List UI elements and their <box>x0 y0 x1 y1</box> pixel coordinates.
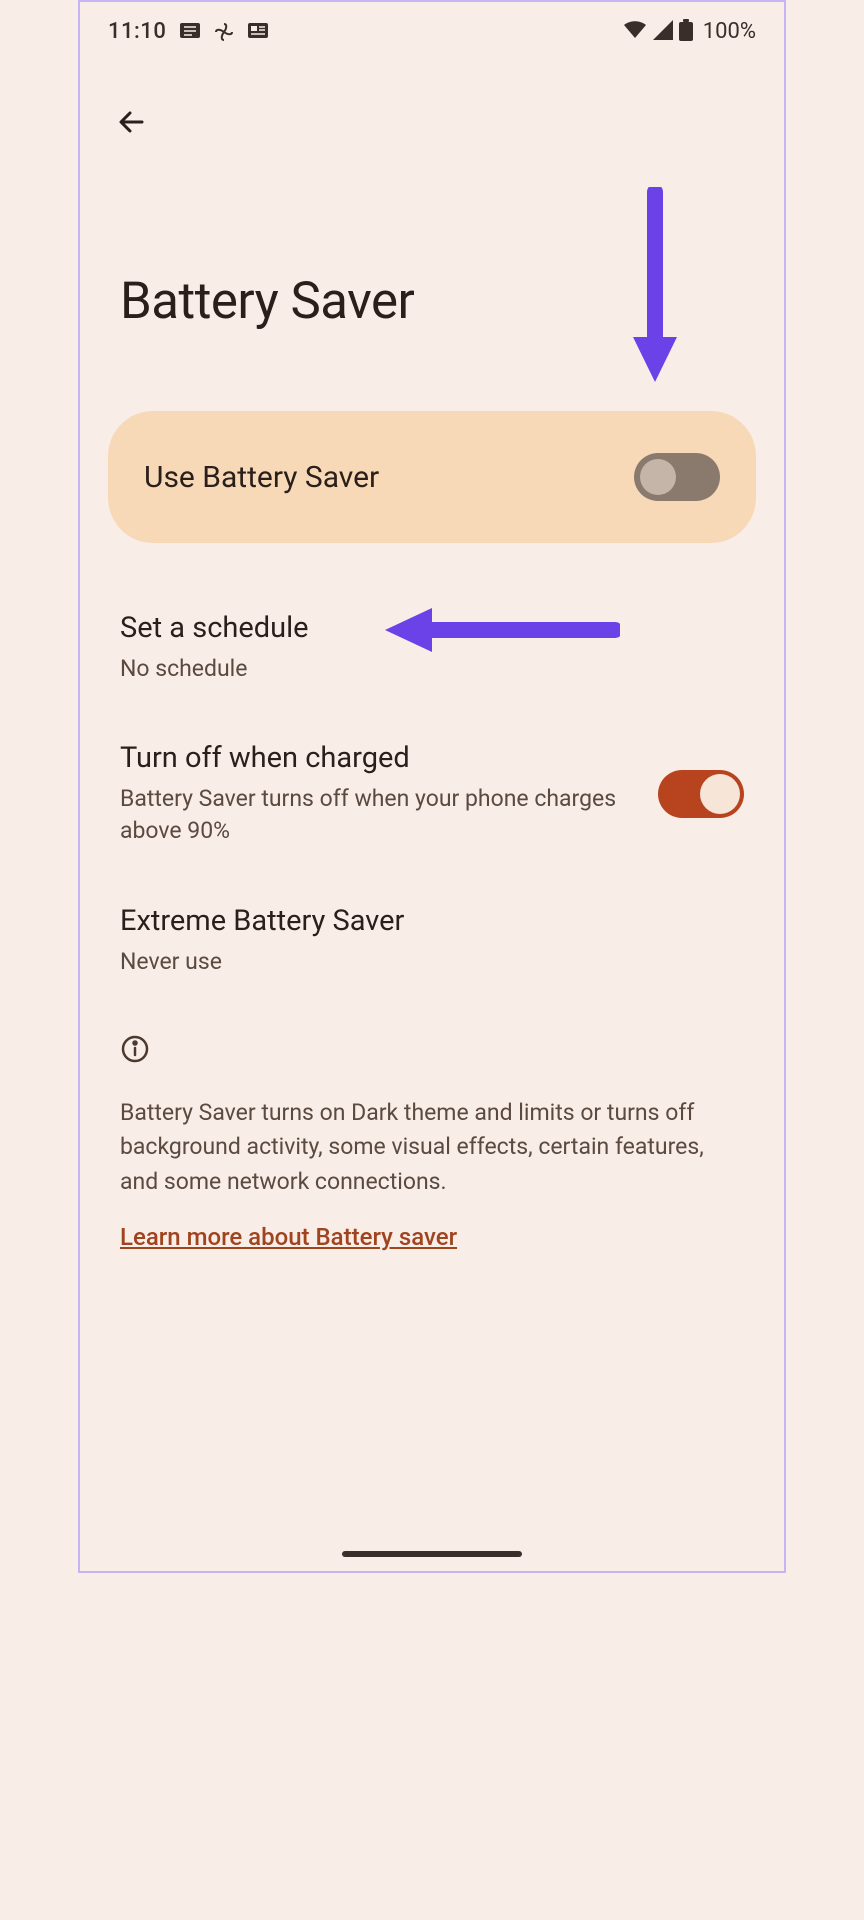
schedule-subtitle: No schedule <box>120 653 744 685</box>
back-button[interactable] <box>112 102 152 142</box>
info-text: Battery Saver turns on Dark theme and li… <box>120 1096 744 1200</box>
turn-off-charged-title: Turn off when charged <box>120 741 618 775</box>
arrow-left-icon <box>116 106 148 138</box>
turn-off-charged-subtitle: Battery Saver turns off when your phone … <box>120 783 618 847</box>
page-title: Battery Saver <box>120 272 784 331</box>
status-bar: 11:10 100% <box>80 2 784 57</box>
status-time: 11:10 <box>108 19 166 44</box>
turn-off-charged-toggle[interactable] <box>658 770 744 818</box>
use-battery-saver-label: Use Battery Saver <box>144 460 379 495</box>
info-section: Battery Saver turns on Dark theme and li… <box>80 1006 784 1280</box>
extreme-title: Extreme Battery Saver <box>120 904 744 938</box>
schedule-title: Set a schedule <box>120 611 744 645</box>
info-icon <box>120 1034 744 1068</box>
status-left: 11:10 <box>108 19 268 44</box>
fan-icon <box>214 23 234 41</box>
wifi-icon <box>623 20 647 44</box>
signal-icon <box>653 20 673 44</box>
schedule-setting[interactable]: Set a schedule No schedule <box>80 583 784 713</box>
nav-handle[interactable] <box>342 1551 522 1557</box>
message-icon <box>180 23 200 41</box>
use-battery-saver-toggle[interactable] <box>634 453 720 501</box>
status-right: 100% <box>623 19 756 45</box>
battery-percent: 100% <box>703 19 756 44</box>
turn-off-charged-setting[interactable]: Turn off when charged Battery Saver turn… <box>80 713 784 875</box>
news-icon <box>248 23 268 41</box>
extreme-setting[interactable]: Extreme Battery Saver Never use <box>80 876 784 1006</box>
use-battery-saver-row[interactable]: Use Battery Saver <box>108 411 756 543</box>
learn-more-link[interactable]: Learn more about Battery saver <box>120 1223 457 1251</box>
battery-icon <box>679 19 693 45</box>
extreme-subtitle: Never use <box>120 946 744 978</box>
